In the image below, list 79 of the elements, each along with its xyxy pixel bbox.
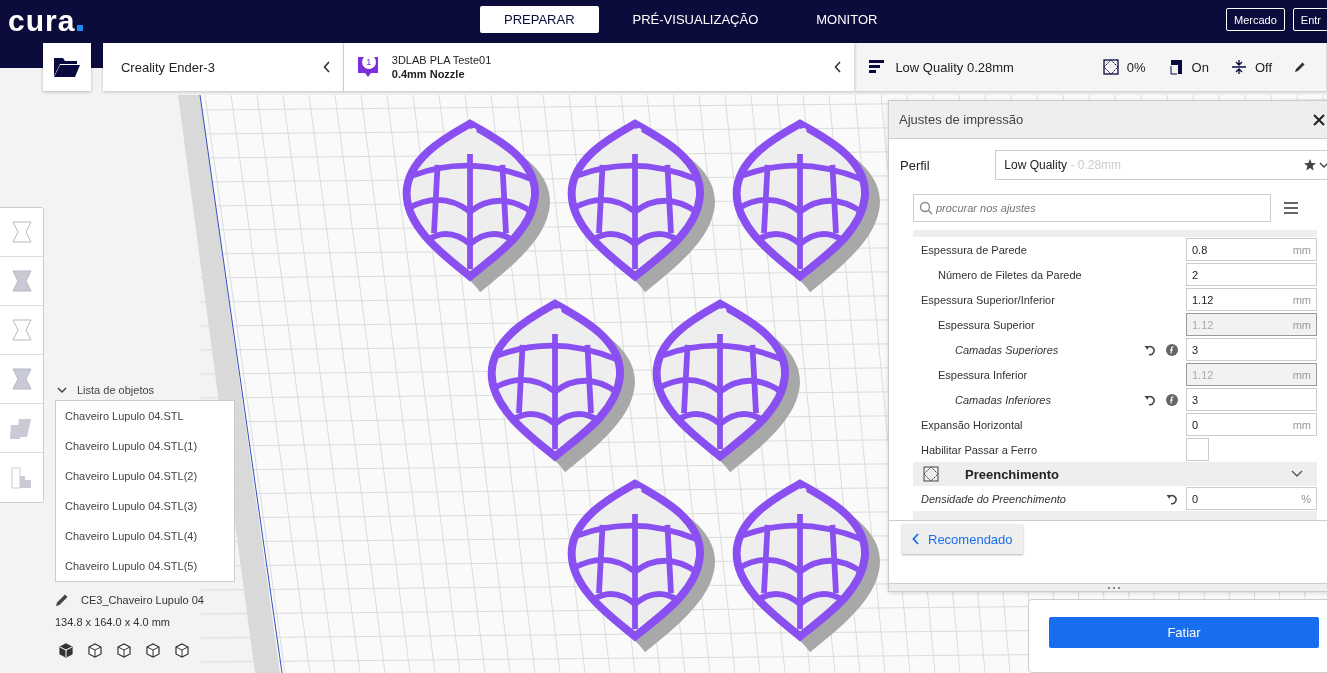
setting-label: Camadas Inferiores [954, 393, 1052, 406]
reset-icon[interactable] [1166, 492, 1178, 505]
setting-label: Espessura Inferior [937, 368, 1029, 381]
keychain-model[interactable] [487, 299, 635, 473]
object-list-toggle[interactable]: Lista de objetos [55, 381, 155, 399]
left-view-button[interactable] [145, 642, 161, 658]
setting-label: Espessura Superior [937, 318, 1036, 331]
model-name: CE3_Chaveiro Lupulo 04 [81, 594, 204, 606]
object-list-item[interactable]: Chaveiro Lupulo 04.STL(4) [56, 521, 234, 551]
infill-icon [923, 466, 939, 482]
object-list-item[interactable]: Chaveiro Lupulo 04.STL(1) [56, 431, 234, 461]
setting-label: Espessura de Parede [920, 243, 1028, 256]
setting-input[interactable]: 2 [1186, 263, 1317, 286]
cube-icon [116, 642, 132, 658]
stage-tab[interactable]: PREPARAR [480, 6, 599, 33]
search-icon [919, 201, 933, 215]
keychain-model[interactable] [732, 119, 880, 293]
keychain-model[interactable] [652, 299, 800, 473]
pencil-icon [1294, 61, 1306, 73]
open-file-button[interactable] [43, 43, 91, 91]
layers-icon [869, 60, 886, 74]
settings-search-field[interactable]: procurar nos ajustes [913, 194, 1271, 222]
logo-text: cura [8, 6, 76, 36]
close-icon[interactable] [1313, 113, 1325, 126]
object-list-item[interactable]: Chaveiro Lupulo 04.STL(2) [56, 461, 234, 491]
support-icon [1167, 59, 1184, 75]
header-button[interactable]: Mercado [1226, 8, 1285, 31]
stage-tab[interactable]: PRÉ-VISUALIZAÇÃO [608, 6, 783, 33]
setting-input[interactable]: 0 % [1186, 487, 1317, 510]
recommended-button[interactable]: Recomendado [902, 524, 1023, 554]
setting-input[interactable]: 0.8 mm [1186, 238, 1317, 261]
pencil-icon [55, 593, 69, 607]
right-view-button[interactable] [174, 642, 190, 658]
front-view-button[interactable] [87, 642, 103, 658]
keychain-model[interactable] [567, 119, 715, 293]
chevron-icon [57, 386, 67, 394]
menu-icon[interactable] [1284, 202, 1298, 214]
cube-icon [145, 642, 161, 658]
object-list-item[interactable]: Chaveiro Lupulo 04.STL(3) [56, 491, 234, 521]
setting-checkbox[interactable] [1186, 438, 1209, 461]
print-settings-selector[interactable]: Low Quality 0.28mm 0% On Off [855, 43, 1327, 91]
chevron-left-icon [834, 61, 843, 73]
nozzle-size: 0.4mm Nozzle [391, 67, 466, 81]
star-chevron-icon [1304, 159, 1327, 171]
chevron-left-icon [322, 61, 331, 73]
setting-label: Espessura Superior/Inferior [920, 293, 1056, 306]
chevron-down-icon [1291, 470, 1303, 478]
keychain-model[interactable] [567, 479, 715, 653]
printer-selector[interactable]: Creality Ender-3 [102, 43, 344, 91]
stage-tab[interactable]: MONITOR [792, 6, 902, 33]
setting-input[interactable]: 1.12 mm [1186, 288, 1317, 311]
setting-label: Número de Filetes da Parede [937, 268, 1083, 281]
3d-view-button[interactable] [58, 642, 74, 658]
cube-icon [174, 642, 190, 658]
top-view-button[interactable] [116, 642, 132, 658]
category-header[interactable]: Preenchimento [913, 462, 1317, 486]
setting-label: Densidade do Preenchimento [920, 492, 1067, 505]
resize-handle[interactable] [889, 583, 1327, 591]
setting-label: Habilitar Passar a Ferro [920, 443, 1039, 456]
setting-label: Expansão Horizontal [920, 418, 1024, 431]
infill-icon [1102, 59, 1119, 75]
panel-title: Ajustes de impressão [899, 112, 1024, 127]
cube-icon [58, 642, 74, 658]
model-dimensions: 134.8 x 164.0 x 4.0 mm [55, 616, 171, 628]
setting-label: Camadas Superiores [954, 343, 1060, 356]
chevron-left-icon [912, 533, 920, 545]
adhesion-icon [1230, 59, 1247, 75]
profile-label: Perfil [900, 157, 931, 173]
material-name: 3DLAB PLA Teste01 [391, 53, 492, 67]
slice-button[interactable]: Fatiar [1049, 617, 1319, 648]
object-list-item[interactable]: Chaveiro Lupulo 04.STL(5) [56, 551, 234, 581]
folder-icon [53, 56, 81, 78]
header-button[interactable]: Entr [1292, 8, 1327, 31]
setting-input[interactable]: 0 mm [1186, 413, 1317, 436]
keychain-model[interactable] [402, 119, 550, 293]
object-list-item[interactable]: Chaveiro Lupulo 04.STL [56, 401, 234, 431]
material-selector[interactable]: 1 3DLAB PLA Teste01 0.4mm Nozzle [343, 43, 856, 91]
cube-icon [87, 642, 103, 658]
keychain-model[interactable] [732, 479, 880, 653]
